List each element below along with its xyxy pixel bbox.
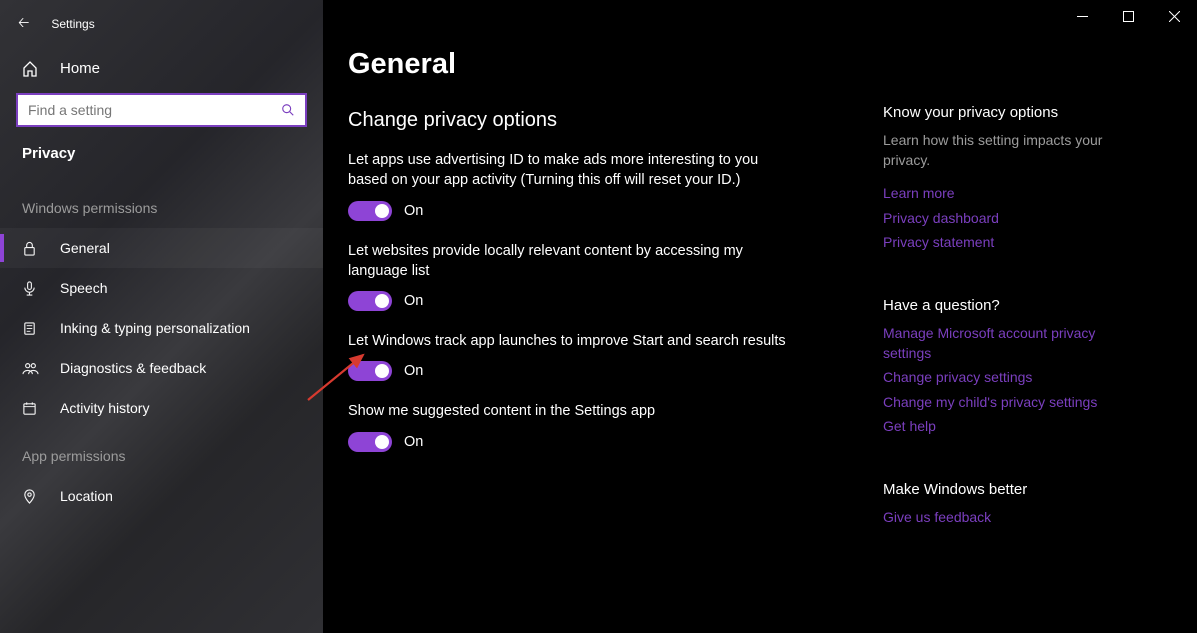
diagnostics-icon (22, 361, 40, 376)
right-block-question: Have a question? Manage Microsoft accoun… (883, 297, 1143, 437)
sidebar-item-diagnostics[interactable]: Diagnostics & feedback (0, 348, 323, 388)
content: General Change privacy options Let apps … (323, 0, 883, 633)
option-suggested-content: Show me suggested content in the Setting… (348, 401, 883, 451)
home-label: Home (60, 60, 100, 77)
minimize-button[interactable] (1059, 0, 1105, 32)
right-heading: Make Windows better (883, 481, 1143, 498)
sidebar-item-label: Speech (60, 280, 107, 296)
link-privacy-dashboard[interactable]: Privacy dashboard (883, 209, 1143, 229)
page-subhead: Change privacy options (348, 109, 883, 132)
main: General Change privacy options Let apps … (323, 0, 1197, 633)
activity-icon (22, 401, 40, 416)
sidebar-section-title: Windows permissions (0, 180, 323, 228)
titlebar-buttons (1059, 0, 1197, 32)
right-block-privacy-options: Know your privacy options Learn how this… (883, 104, 1143, 253)
right-heading: Know your privacy options (883, 104, 1143, 121)
sidebar-item-general[interactable]: General (0, 228, 323, 268)
maximize-button[interactable] (1105, 0, 1151, 32)
location-icon (22, 489, 40, 504)
sidebar-item-inking[interactable]: Inking & typing personalization (0, 308, 323, 348)
page-title: General (348, 48, 883, 81)
link-manage-account-privacy[interactable]: Manage Microsoft account privacy setting… (883, 324, 1143, 363)
option-description: Let websites provide locally relevant co… (348, 241, 793, 282)
option-language-list: Let websites provide locally relevant co… (348, 241, 883, 312)
link-change-privacy-settings[interactable]: Change privacy settings (883, 368, 1143, 388)
right-heading: Have a question? (883, 297, 1143, 314)
sidebar-item-speech[interactable]: Speech (0, 268, 323, 308)
link-learn-more[interactable]: Learn more (883, 184, 1143, 204)
sidebar-item-label: Diagnostics & feedback (60, 360, 206, 376)
sidebar-item-activity[interactable]: Activity history (0, 388, 323, 428)
sidebar-category: Privacy (0, 145, 323, 180)
link-privacy-statement[interactable]: Privacy statement (883, 233, 1143, 253)
sidebar: 🡠 Settings Home Privacy Windows permissi… (0, 0, 323, 633)
option-description: Show me suggested content in the Setting… (348, 401, 793, 421)
toggle-track-app-launches[interactable] (348, 361, 392, 381)
right-column: Know your privacy options Learn how this… (883, 0, 1173, 633)
app-title: Settings (51, 17, 94, 31)
toggle-state: On (404, 203, 423, 219)
sidebar-item-label: Inking & typing personalization (60, 320, 250, 336)
search-input-container[interactable] (16, 93, 307, 127)
sidebar-item-label: Activity history (60, 400, 149, 416)
back-arrow-icon[interactable]: 🡠 (18, 12, 29, 36)
sidebar-item-location[interactable]: Location (0, 476, 323, 516)
sidebar-item-label: Location (60, 488, 113, 504)
sidebar-item-label: General (60, 240, 110, 256)
option-description: Let apps use advertising ID to make ads … (348, 150, 793, 191)
option-track-app-launches: Let Windows track app launches to improv… (348, 331, 883, 381)
option-description: Let Windows track app launches to improv… (348, 331, 793, 351)
toggle-state: On (404, 434, 423, 450)
search-icon (281, 103, 295, 117)
toggle-state: On (404, 363, 423, 379)
close-button[interactable] (1151, 0, 1197, 32)
toggle-advertising-id[interactable] (348, 201, 392, 221)
toggle-state: On (404, 293, 423, 309)
speech-icon (22, 281, 40, 296)
inking-icon (22, 321, 40, 336)
toggle-language-list[interactable] (348, 291, 392, 311)
option-advertising-id: Let apps use advertising ID to make ads … (348, 150, 883, 221)
toggle-suggested-content[interactable] (348, 432, 392, 452)
link-get-help[interactable]: Get help (883, 417, 1143, 437)
lock-icon (22, 241, 40, 256)
link-give-feedback[interactable]: Give us feedback (883, 508, 1143, 528)
right-block-feedback: Make Windows better Give us feedback (883, 481, 1143, 528)
link-child-privacy-settings[interactable]: Change my child's privacy settings (883, 393, 1143, 413)
right-text: Learn how this setting impacts your priv… (883, 131, 1143, 170)
home-icon (22, 61, 40, 77)
sidebar-section-title: App permissions (0, 428, 323, 476)
sidebar-home[interactable]: Home (0, 46, 323, 93)
search-input[interactable] (28, 102, 281, 118)
